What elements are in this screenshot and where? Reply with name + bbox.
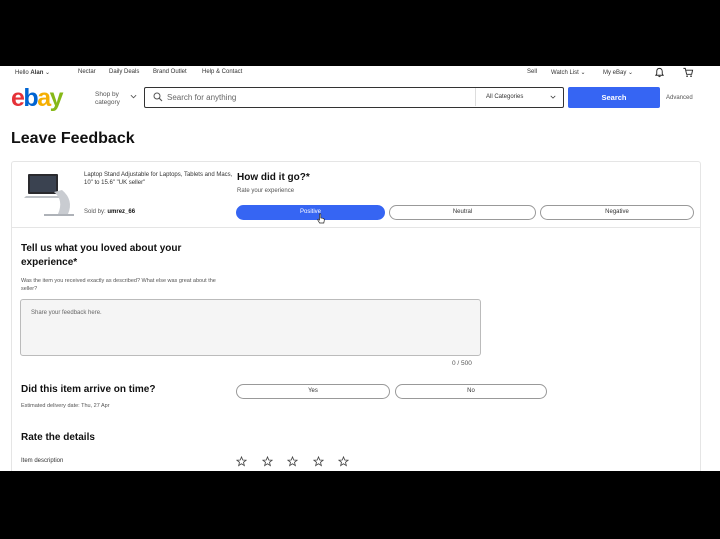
seller-name: umrez_66	[107, 209, 136, 215]
nav-link-brand-outlet[interactable]: Brand Outlet	[153, 69, 187, 75]
advanced-search-link[interactable]: Advanced	[666, 95, 693, 101]
nav-link-help-contact[interactable]: Help & Contact	[202, 69, 242, 75]
item-title[interactable]: Laptop Stand Adjustable for Laptops, Tab…	[84, 172, 234, 187]
star-icon[interactable]	[236, 456, 247, 467]
feedback-textarea[interactable]: Share your feedback here.	[20, 299, 481, 356]
feedback-subtitle: Was the item you received exactly as des…	[21, 278, 216, 292]
rating-question: How did it go?*	[237, 172, 310, 183]
notification-bell-icon[interactable]	[654, 67, 665, 78]
nav-link-watch-list[interactable]: Watch List ⌄	[551, 69, 586, 76]
page-title: Leave Feedback	[11, 130, 135, 147]
on-time-no-button[interactable]: No	[395, 384, 547, 399]
rating-positive-button[interactable]: Positive	[236, 205, 385, 220]
star-icon[interactable]	[287, 456, 298, 467]
on-time-yes-button[interactable]: Yes	[236, 384, 390, 399]
utility-nav: Hello Alan ⌄ Nectar Daily Deals Brand Ou…	[0, 66, 720, 80]
rate-details-heading: Rate the details	[21, 432, 95, 443]
search-button[interactable]: Search	[568, 87, 660, 108]
sold-by: Sold by: umrez_66	[84, 209, 136, 215]
user-name: Alan	[30, 70, 44, 76]
estimated-delivery: Estimated delivery date: Thu, 27 Apr	[21, 403, 110, 409]
shop-by-category-button[interactable]: Shop by category	[95, 91, 129, 107]
feedback-card: Laptop Stand Adjustable for Laptops, Tab…	[11, 161, 701, 471]
nav-link-my-ebay[interactable]: My eBay ⌄	[603, 69, 633, 76]
chevron-down-icon	[130, 94, 137, 99]
nav-link-daily-deals[interactable]: Daily Deals	[109, 69, 139, 75]
nav-link-nectar[interactable]: Nectar	[78, 69, 96, 75]
on-time-question: Did this item arrive on time?	[21, 384, 156, 395]
ebay-page: Hello Alan ⌄ Nectar Daily Deals Brand Ou…	[0, 66, 720, 471]
rating-neutral-button[interactable]: Neutral	[389, 205, 536, 220]
star-icon[interactable]	[262, 456, 273, 467]
item-description-label: Item description	[21, 458, 64, 464]
divider	[12, 227, 700, 228]
rating-subtitle: Rate your experience	[237, 188, 295, 194]
search-icon	[153, 92, 163, 102]
ebay-logo[interactable]: ebay	[11, 84, 64, 112]
chevron-down-icon	[550, 95, 556, 99]
greeting[interactable]: Hello Alan ⌄	[15, 69, 50, 76]
letterbox-top	[0, 0, 720, 66]
category-select[interactable]: All Categories	[475, 88, 562, 106]
hand-cursor-icon	[317, 213, 325, 224]
star-icon[interactable]	[313, 456, 324, 467]
product-thumbnail	[24, 174, 74, 216]
character-counter: 0 / 500	[452, 360, 472, 367]
feedback-question: Tell us what you loved about your experi…	[21, 243, 182, 268]
star-icon[interactable]	[338, 456, 349, 467]
cart-icon[interactable]	[682, 67, 694, 78]
search-bar: Search for anything All Categories	[144, 87, 564, 108]
feedback-placeholder: Share your feedback here.	[31, 310, 102, 316]
rating-negative-button[interactable]: Negative	[540, 205, 694, 220]
letterbox-bottom	[0, 471, 720, 539]
nav-link-sell[interactable]: Sell	[527, 69, 537, 75]
search-input[interactable]: Search for anything	[167, 93, 236, 102]
